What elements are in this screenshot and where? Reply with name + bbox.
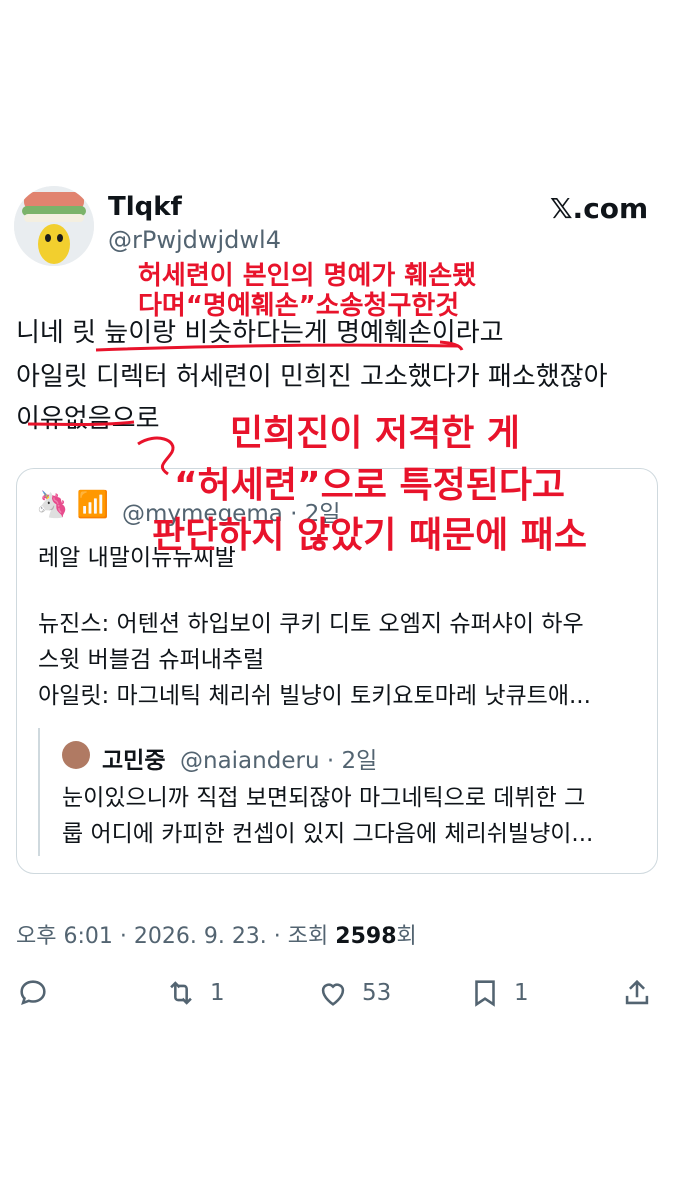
author-name[interactable]: Tlqkf [108, 192, 182, 222]
bookmark-icon [475, 980, 495, 1007]
quote-text-line-4: 아일릿: 마그네틱 체리쉬 빌냥이 토키요토마레 낫큐트애... [38, 683, 591, 709]
reply-icon [20, 980, 46, 1006]
tweet-meta: 오후 6:01 · 2026. 9. 23. · 조회 2598회 [16, 918, 417, 950]
author-handle[interactable]: @rPwjdwjdwl4 [108, 226, 281, 254]
retweet-count: 1 [210, 980, 225, 1006]
x-logo-brand: 𝕏.com [550, 192, 649, 225]
retweet-icon [170, 981, 192, 1005]
nested-text-line-1: 눈이있으니까 직접 보면되잖아 마그네틱으로 데뷔한 그 [62, 785, 586, 811]
tweet-text-line-3: 이유없음으로 [16, 404, 160, 434]
annotation-top-line-2: 다며“명예훼손”소송청구한것 [138, 291, 460, 321]
heart-icon [321, 983, 345, 1006]
timestamp: 오후 6:01 · 2026. 9. 23. · 조회 [16, 924, 336, 949]
like-count: 53 [362, 980, 392, 1006]
avatar[interactable] [14, 186, 94, 266]
nested-quote-bar [38, 728, 40, 856]
annotation-big-line-2: “허세련”으로 특정된다고 [174, 465, 566, 506]
nested-avatar[interactable] [62, 741, 90, 769]
retweet-button[interactable]: 1 [164, 976, 225, 1010]
bookmark-button[interactable]: 1 [468, 976, 529, 1010]
action-bar: 1 53 1 [0, 970, 675, 1016]
nested-author-name[interactable]: 고민중 [102, 741, 165, 775]
quote-text-line-3: 스윗 버블검 슈퍼내추럴 [38, 647, 265, 673]
view-count: 2598 [335, 924, 397, 949]
view-suffix: 회 [396, 924, 417, 949]
tweet-text-line-2: 아일릿 디렉터 허세련이 민희진 고소했다가 패소했잖아 [16, 362, 608, 392]
quote-author-icons: 🦄 📶 [36, 490, 110, 520]
nested-author-handle[interactable]: @naianderu · 2일 [180, 741, 377, 775]
nested-text-line-2: 룹 어디에 카피한 컨셉이 있지 그다음에 체리쉬빌냥이... [62, 821, 594, 847]
like-button[interactable]: 53 [316, 976, 391, 1010]
reply-button[interactable] [16, 976, 62, 1010]
quote-text-line-2: 뉴진스: 어텐션 하입보이 쿠키 디토 오엠지 슈퍼샤이 하우 [38, 611, 584, 637]
bookmark-count: 1 [514, 980, 529, 1006]
annotation-big-line-3: 판단하지 않았기 때문에 패소 [152, 515, 588, 556]
share-button[interactable] [620, 976, 654, 1010]
annotation-big-line-1: 민희진이 저격한 게 [230, 413, 521, 454]
share-icon [625, 979, 649, 1005]
